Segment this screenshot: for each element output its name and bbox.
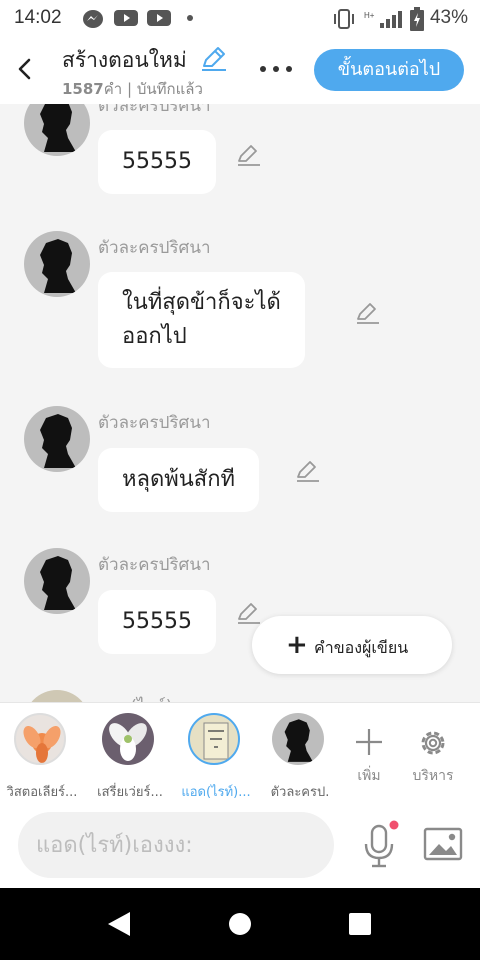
edit-message-icon[interactable] [236,142,262,168]
status-time: 14:02 [14,7,62,28]
character-name: ตัวละครปริศนา [98,238,211,258]
subtitle: 1587คำ | บันทึกแล้ว [62,77,203,101]
microphone-icon[interactable] [358,820,404,870]
vibrate-icon [334,9,354,29]
edit-message-icon[interactable] [295,458,321,484]
character-name: แอด(ไรท์)เองงง [98,693,213,702]
silhouette-icon [40,414,76,468]
plus-icon [356,729,382,755]
battery-percent: 43% [429,7,468,28]
message-text-line: ออกไป [122,324,187,349]
character-label: ตัวละครป. [270,785,330,800]
input-bar [0,802,480,888]
add-label: เพิ่ม [357,768,381,784]
next-step-button[interactable]: ขั้นตอนต่อไป [314,49,464,91]
status-bar: 14:02 H+ 43% [0,0,480,36]
message-bubble[interactable]: หลุดพ้นสักที [98,448,260,512]
author-note-button[interactable]: + คำของผู้เขียน [252,616,452,674]
message-bubble[interactable]: 55555 [98,590,216,654]
separator: | [127,80,133,98]
note-avatar [188,713,240,765]
silhouette-icon [40,239,76,293]
home-nav-icon[interactable] [228,912,252,936]
character-name: ตัวละครปริศนา [98,413,211,433]
youtube-icon [114,10,138,26]
character-label: วิสตอเลียร์... [6,785,78,800]
character-name: ตัวละครปริศนา [98,555,211,575]
silhouette-icon [40,104,76,152]
manage-label: บริหาร [412,768,454,784]
character-avatar[interactable] [24,690,90,702]
character-label: เสรี่ยเว่ยร์... [97,785,163,800]
character-item[interactable]: เสรี่ยเว่ยร์... [88,713,172,800]
battery-icon [410,7,424,31]
character-label: แอด(ไรท์)... [181,785,251,800]
dot-icon [187,15,193,21]
back-button[interactable] [12,54,38,84]
edit-message-icon[interactable] [355,300,381,326]
manage-button[interactable]: บริหาร [398,713,468,799]
word-unit: คำ [103,80,123,98]
signal-icon: H+ [364,11,402,28]
message-input[interactable] [18,812,334,878]
svg-text:H+: H+ [364,11,375,20]
message-bubble[interactable]: 55555 [98,130,216,194]
character-item-selected[interactable]: แอด(ไรท์)... [174,713,258,800]
message-bubble[interactable]: ในที่สุดข้าก็จะได้ ออกไป [98,272,305,368]
image-icon[interactable] [422,824,464,864]
author-note-label: คำของผู้เขียน [314,638,409,657]
gear-icon [421,731,445,755]
character-avatar[interactable] [24,548,90,614]
character-bar: วิสตอเลียร์... เสรี่ยเว่ยร์... แอด(ไรท์)… [0,702,480,802]
edit-message-icon[interactable] [236,600,262,626]
messenger-icon [83,10,103,28]
more-options-icon[interactable] [258,64,294,74]
add-character-button[interactable]: เพิ่ม [334,713,404,799]
youtube-icon [147,10,171,26]
back-nav-icon[interactable] [106,910,132,938]
page-title: สร้างตอนใหม่ [62,48,187,72]
character-item[interactable]: ตัวละครป. [258,713,342,800]
orange-flower-avatar [14,713,66,765]
chat-area[interactable]: ตัวละครปริศนา 55555 ตัวละครปริศนา ในที่ส… [0,104,480,702]
character-avatar[interactable] [24,406,90,472]
word-count: 1587 [62,80,104,98]
edit-title-icon[interactable] [200,46,228,72]
message-text-line: ในที่สุดข้าก็จะได้ [122,290,281,315]
silhouette-avatar [272,713,324,765]
header: สร้างตอนใหม่ 1587คำ | บันทึกแล้ว ขั้นตอน… [0,36,480,104]
silhouette-icon [40,556,76,610]
character-avatar[interactable] [24,104,90,156]
character-name: ตัวละครปริศนา [98,104,211,116]
white-flower-avatar [102,713,154,765]
recents-nav-icon[interactable] [348,912,372,936]
navigation-bar [0,888,480,960]
saved-status: บันทึกแล้ว [136,80,203,98]
character-avatar[interactable] [24,231,90,297]
character-item[interactable]: วิสตอเลียร์... [0,713,84,800]
plus-icon: + [286,630,308,660]
